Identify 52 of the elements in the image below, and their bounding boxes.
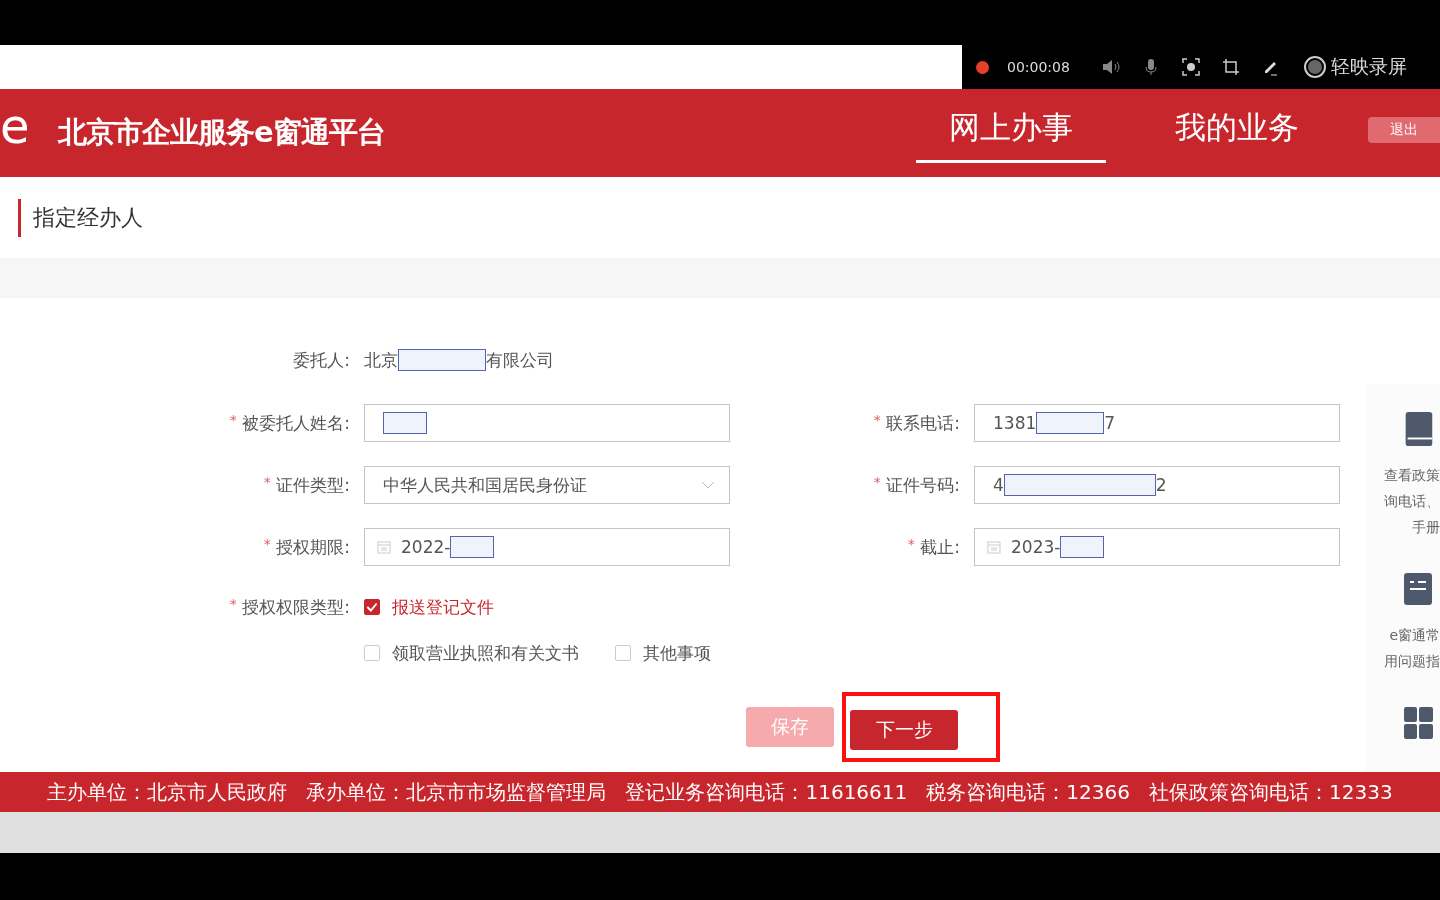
field-label: 证件类型: <box>276 474 350 495</box>
record-button-icon[interactable] <box>1303 55 1327 79</box>
logout-button[interactable]: 退出 <box>1368 117 1440 143</box>
calendar-icon <box>377 540 391 554</box>
required-mark: * <box>263 473 271 490</box>
site-title: 北京市企业服务e窗通平台 <box>58 114 385 151</box>
field-label: 联系电话: <box>886 412 960 433</box>
input-field[interactable] <box>364 404 730 442</box>
checkbox-label: 领取营业执照和有关文书 <box>392 641 579 665</box>
date-field[interactable]: 2023- <box>974 528 1340 566</box>
screenshot-icon[interactable] <box>1181 57 1201 77</box>
document-icon[interactable] <box>1403 570 1433 608</box>
book-icon[interactable] <box>1403 410 1433 448</box>
crop-icon[interactable] <box>1221 57 1241 77</box>
chevron-down-icon <box>701 481 715 489</box>
help-link-text[interactable]: 查看政策 <box>1384 462 1440 488</box>
recording-time: 00:00:08 <box>1007 59 1071 75</box>
calendar-icon <box>987 540 1001 554</box>
speaker-icon[interactable] <box>1101 57 1121 77</box>
field-label: 委托人: <box>292 348 350 372</box>
required-mark: * <box>263 535 271 552</box>
field-label: 截止: <box>920 536 960 557</box>
help-link-text[interactable]: 询电话、 <box>1384 488 1440 514</box>
principal-name: 北京 有限公司 <box>364 348 554 372</box>
required-mark: * <box>229 595 237 612</box>
nav-tab[interactable]: 网上办事 <box>916 89 1106 163</box>
help-link-text[interactable]: 手册 <box>1412 514 1440 540</box>
date-field[interactable]: 2022- <box>364 528 730 566</box>
field-label: 授权权限类型: <box>242 596 350 617</box>
logo: e <box>0 102 31 150</box>
next-button[interactable]: 下一步 <box>850 710 958 750</box>
nav-tab[interactable]: 我的业务 <box>1142 89 1332 163</box>
help-link-text[interactable]: e窗通常 <box>1389 622 1440 648</box>
required-mark: * <box>907 535 915 552</box>
recorder-app-name: 轻映录屏 <box>1331 54 1407 79</box>
required-mark: * <box>873 473 881 490</box>
field-label: 被委托人姓名: <box>242 412 350 433</box>
footer-info: 主办单位：北京市人民政府 承办单位：北京市市场监督管理局 登记业务咨询电话：11616611 税务咨询电话：12366 社保政策咨询电话：12333 <box>47 778 1393 806</box>
field-label: 授权期限: <box>276 536 350 557</box>
record-dot-icon <box>976 60 989 74</box>
grid-icon[interactable] <box>1403 704 1433 742</box>
page-title: 指定经办人 <box>18 198 143 237</box>
help-link-text[interactable]: 用问题指 <box>1384 648 1440 674</box>
input-field[interactable]: 4 2 <box>974 466 1340 504</box>
required-mark: * <box>229 411 237 428</box>
checkbox-label: 报送登记文件 <box>392 595 494 619</box>
checkbox[interactable] <box>364 599 380 615</box>
checkbox-label: 其他事项 <box>643 641 711 665</box>
required-mark: * <box>873 411 881 428</box>
field-label: 证件号码: <box>886 474 960 495</box>
select-field[interactable]: 中华人民共和国居民身份证 <box>364 466 730 504</box>
input-field[interactable]: 1381 7 <box>974 404 1340 442</box>
